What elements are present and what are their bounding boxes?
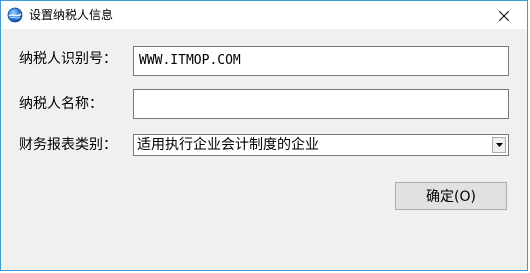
blue-globe-icon (7, 7, 23, 23)
dropdown-arrow-button[interactable] (492, 137, 506, 153)
dialog-window: 设置纳税人信息 纳税人识别号： WWW.ITMOP.COM 纳税人名称： 财务报… (0, 0, 528, 271)
close-icon (498, 6, 510, 25)
close-button[interactable] (481, 1, 527, 29)
taxpayer-id-label: 纳税人识别号： (19, 51, 117, 67)
ok-button[interactable]: 确定(O) (395, 182, 507, 210)
taxpayer-id-field[interactable]: WWW.ITMOP.COM (133, 46, 509, 76)
report-type-label: 财务报表类别： (19, 137, 117, 153)
report-type-select[interactable]: 适用执行企业会计制度的企业 (133, 134, 509, 156)
title-bar[interactable]: 设置纳税人信息 (1, 1, 527, 29)
report-type-value: 适用执行企业会计制度的企业 (137, 137, 319, 153)
taxpayer-name-label: 纳税人名称： (19, 96, 103, 112)
taxpayer-name-field[interactable] (133, 89, 509, 119)
chevron-down-icon (495, 143, 503, 147)
window-title: 设置纳税人信息 (29, 8, 114, 22)
taxpayer-id-value: WWW.ITMOP.COM (139, 53, 241, 68)
